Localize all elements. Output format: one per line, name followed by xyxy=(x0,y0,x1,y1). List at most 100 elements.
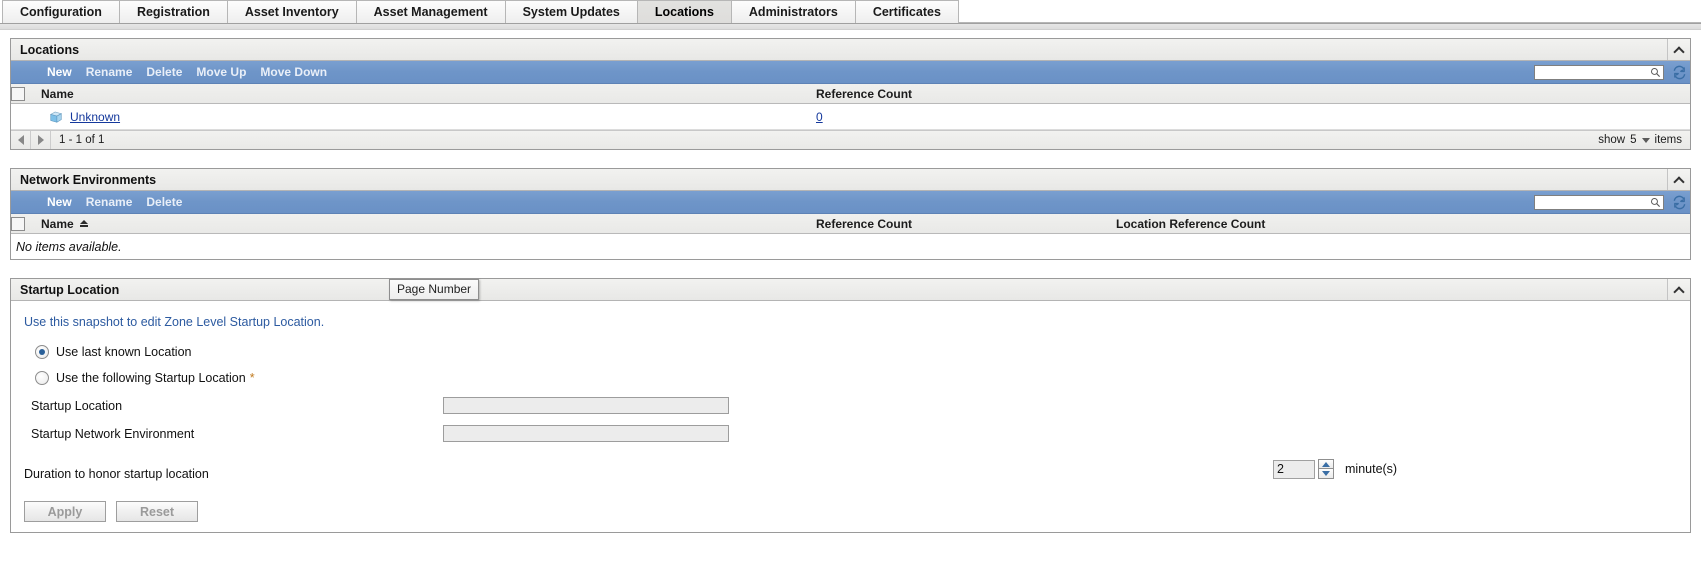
locations-row-name-wrapper: Unknown xyxy=(41,110,816,124)
network-delete-button[interactable]: Delete xyxy=(146,195,182,209)
startup-panel-body: Use this snapshot to edit Zone Level Sta… xyxy=(11,301,1690,532)
locations-new-button[interactable]: New xyxy=(47,65,72,79)
duration-label: Duration to honor startup location xyxy=(24,467,209,481)
page-number-tooltip: Page Number xyxy=(389,279,480,300)
chevron-down-icon[interactable] xyxy=(1641,137,1650,143)
locations-pager: 1 - 1 of 1 show 5 items xyxy=(11,130,1690,149)
pager-range-text: 1 - 1 of 1 xyxy=(59,134,105,146)
tab-registration[interactable]: Registration xyxy=(119,0,228,23)
network-empty-message: No items available. xyxy=(11,234,1690,259)
tab-bar-underline xyxy=(0,24,1701,30)
arrow-down-icon xyxy=(1322,471,1330,476)
locations-toolbar-right xyxy=(1534,61,1690,83)
network-collapse-button[interactable] xyxy=(1667,169,1690,190)
network-select-all-header xyxy=(11,214,41,234)
pager-next-button[interactable] xyxy=(31,131,51,149)
tab-asset-inventory[interactable]: Asset Inventory xyxy=(227,0,357,23)
pager-page-size-value[interactable]: 5 xyxy=(1630,134,1636,146)
network-toolbar-right xyxy=(1534,191,1690,213)
chevron-up-icon xyxy=(1675,47,1684,53)
startup-panel-title: Startup Location xyxy=(20,282,120,297)
application-page: Configuration Registration Asset Invento… xyxy=(0,0,1701,569)
startup-network-input[interactable] xyxy=(443,425,729,442)
reset-button[interactable]: Reset xyxy=(116,501,198,522)
locations-refresh-button[interactable] xyxy=(1668,61,1690,83)
network-refresh-button[interactable] xyxy=(1668,191,1690,213)
chevron-up-icon xyxy=(1675,177,1684,183)
pager-previous-button[interactable] xyxy=(11,131,31,149)
locations-panel: Locations New Rename Delete Move Up Move… xyxy=(10,38,1691,150)
startup-location-label: Startup Location xyxy=(31,398,123,413)
network-rename-button[interactable]: Rename xyxy=(86,195,133,209)
locations-search-input[interactable] xyxy=(1534,65,1664,80)
startup-button-row: Apply Reset xyxy=(11,501,1690,522)
field-row-startup-location: Startup Location xyxy=(11,397,1690,414)
reference-count-link[interactable]: 0 xyxy=(816,110,823,124)
locations-toolbar: New Rename Delete Move Up Move Down xyxy=(11,61,1690,84)
radio-row-last-known[interactable]: Use last known Location xyxy=(11,345,1690,359)
locations-select-all-header xyxy=(11,84,41,104)
select-all-checkbox[interactable] xyxy=(11,86,25,101)
network-panel-header: Network Environments xyxy=(11,169,1690,191)
locations-row-checkbox-cell xyxy=(11,103,41,130)
tab-certificates[interactable]: Certificates xyxy=(855,0,959,23)
select-all-checkbox[interactable] xyxy=(11,216,25,231)
network-header-location-reference-count[interactable]: Location Reference Count xyxy=(1116,214,1690,234)
refresh-icon xyxy=(1673,195,1685,209)
startup-collapse-button[interactable] xyxy=(1667,279,1690,300)
network-header-name[interactable]: Name xyxy=(41,214,816,234)
radio-use-last-known-location[interactable] xyxy=(35,345,49,359)
startup-network-label: Startup Network Environment xyxy=(31,426,195,441)
duration-spinner-buttons xyxy=(1318,459,1334,479)
network-environments-panel: Network Environments New Rename Delete N… xyxy=(10,168,1691,260)
tab-configuration[interactable]: Configuration xyxy=(2,0,120,23)
startup-panel-header: Startup Location xyxy=(11,279,1690,301)
duration-value-input[interactable] xyxy=(1273,459,1315,479)
tab-asset-management[interactable]: Asset Management xyxy=(356,0,506,23)
location-name-link[interactable]: Unknown xyxy=(70,110,120,124)
radio-label-last-known: Use last known Location xyxy=(56,345,192,359)
pager-items-label: items xyxy=(1654,134,1682,146)
network-panel-title: Network Environments xyxy=(20,172,157,187)
tab-bar-filler xyxy=(958,0,1701,23)
startup-location-input[interactable] xyxy=(443,397,729,414)
sort-ascending-icon xyxy=(79,219,89,229)
tab-system-updates[interactable]: System Updates xyxy=(505,0,638,23)
network-new-button[interactable]: New xyxy=(47,195,72,209)
refresh-icon xyxy=(1673,65,1685,79)
locations-table: Name Reference Count Unknown 0 xyxy=(11,84,1690,130)
locations-delete-button[interactable]: Delete xyxy=(146,65,182,79)
arrow-right-icon xyxy=(37,135,44,145)
locations-header-name[interactable]: Name xyxy=(41,84,816,104)
locations-header-row: Name Reference Count xyxy=(11,84,1690,104)
radio-row-following-location[interactable]: Use the following Startup Location * xyxy=(11,371,1690,385)
tab-administrators[interactable]: Administrators xyxy=(731,0,856,23)
network-search-input[interactable] xyxy=(1534,195,1664,210)
locations-rename-button[interactable]: Rename xyxy=(86,65,133,79)
network-header-reference-count[interactable]: Reference Count xyxy=(816,214,1116,234)
startup-description: Use this snapshot to edit Zone Level Sta… xyxy=(24,315,325,329)
table-row[interactable]: Unknown 0 xyxy=(11,103,1690,130)
locations-panel-header: Locations xyxy=(11,39,1690,61)
locations-collapse-button[interactable] xyxy=(1667,39,1690,60)
duration-stepper: minute(s) xyxy=(1273,459,1397,479)
chevron-up-icon xyxy=(1675,287,1684,293)
duration-increment-button[interactable] xyxy=(1318,459,1334,469)
locations-header-reference-count[interactable]: Reference Count xyxy=(816,84,1690,104)
locations-move-up-button[interactable]: Move Up xyxy=(196,65,246,79)
field-row-startup-network-environment: Startup Network Environment xyxy=(11,425,1690,442)
locations-row-name-cell: Unknown xyxy=(41,103,816,130)
locations-move-down-button[interactable]: Move Down xyxy=(260,65,327,79)
pager-show-label: show xyxy=(1598,134,1626,146)
radio-use-following-startup-location[interactable] xyxy=(35,371,49,385)
radio-label-following: Use the following Startup Location xyxy=(56,371,246,385)
network-header-row: Name Reference Count Location Reference … xyxy=(11,214,1690,234)
duration-unit-label: minute(s) xyxy=(1345,462,1398,476)
apply-button[interactable]: Apply xyxy=(24,501,106,522)
locations-row-reference-count-cell: 0 xyxy=(816,103,1690,130)
tab-locations[interactable]: Locations xyxy=(637,0,732,23)
locations-panel-title: Locations xyxy=(20,42,80,57)
duration-row: Duration to honor startup location minut… xyxy=(11,459,1690,485)
arrow-left-icon xyxy=(17,135,24,145)
duration-decrement-button[interactable] xyxy=(1318,469,1334,479)
